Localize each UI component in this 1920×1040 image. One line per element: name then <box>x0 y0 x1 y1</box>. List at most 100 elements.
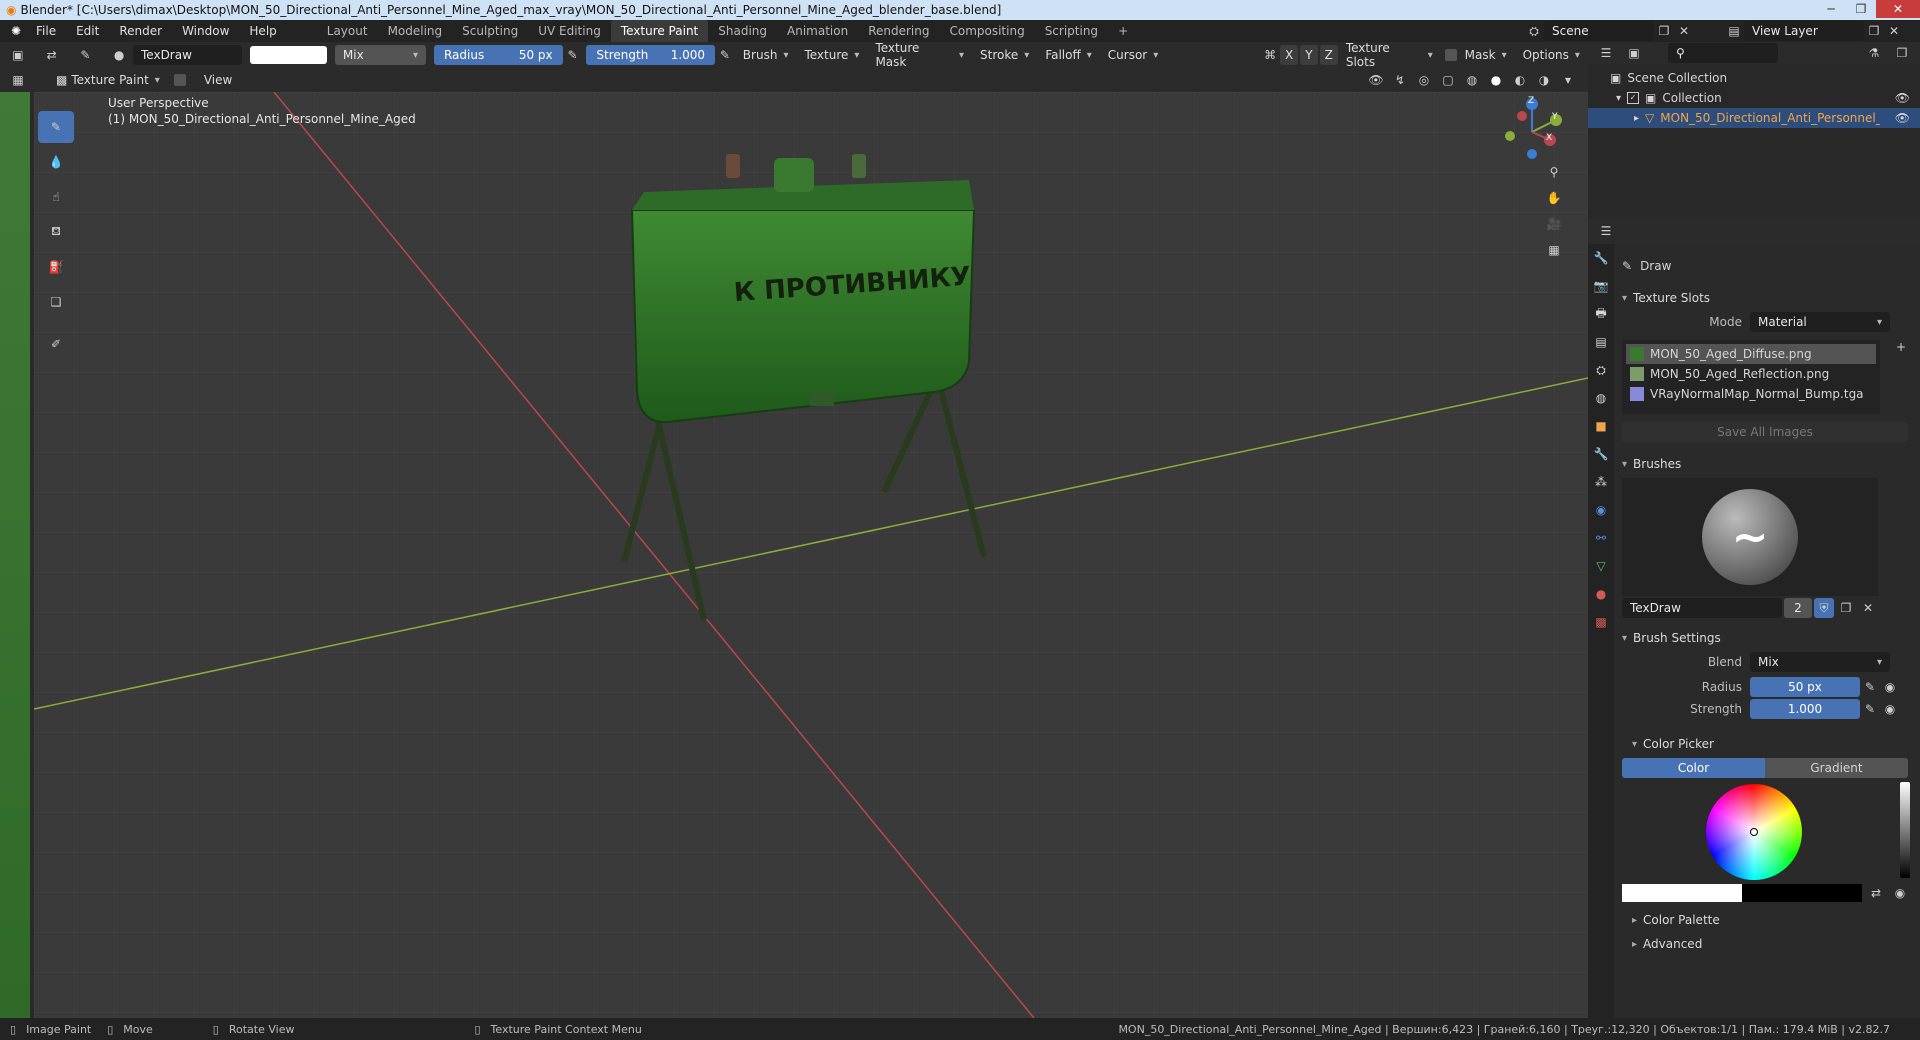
color-picker-section[interactable]: Color Picker <box>1622 732 1912 756</box>
menu-texture[interactable]: Texture <box>796 45 867 65</box>
menu-edit[interactable]: Edit <box>66 24 109 38</box>
collection-checkbox[interactable]: ✓ <box>1627 92 1640 104</box>
save-all-images-button[interactable]: Save All Images <box>1622 422 1908 442</box>
navigation-gizmo[interactable]: Z Y X <box>1496 96 1568 166</box>
radius-pressure-icon[interactable]: ✎ <box>1860 677 1880 697</box>
mode-dropdown[interactable]: Material <box>1750 312 1890 332</box>
tab-tool[interactable]: 🔧 <box>1588 244 1614 272</box>
brush-users-count[interactable]: 2 <box>1784 598 1812 618</box>
strength-field[interactable]: 1.000 <box>1750 699 1860 719</box>
overlay-toggle-icon[interactable]: ◎ <box>1414 70 1434 90</box>
strength-pressure-icon[interactable]: ✎ <box>1860 699 1880 719</box>
maximize-button[interactable]: ❐ <box>1846 0 1876 18</box>
tab-rendering[interactable]: Rendering <box>858 20 939 42</box>
zoom-icon[interactable]: ⚲ <box>1544 162 1564 182</box>
radius-slider[interactable]: Radius 50 px <box>433 45 563 65</box>
color-wheel[interactable] <box>1706 784 1802 880</box>
remove-scene-icon[interactable]: ✕ <box>1674 21 1694 41</box>
add-workspace-button[interactable]: + <box>1108 20 1138 42</box>
tab-shading[interactable]: Shading <box>708 20 777 42</box>
shading-options-icon[interactable]: ▾ <box>1558 70 1578 90</box>
remove-view-layer-icon[interactable]: ✕ <box>1884 21 1904 41</box>
rendered-shading-icon[interactable]: ◑ <box>1534 70 1554 90</box>
draw-tool-button[interactable]: ✎ <box>38 111 74 143</box>
fake-user-shield-icon[interactable]: ⛨ <box>1814 598 1834 618</box>
eyedropper-icon[interactable]: ◉ <box>1890 883 1910 903</box>
color-palette-section[interactable]: Color Palette <box>1622 908 1912 932</box>
new-collection-icon[interactable]: ❐ <box>1892 43 1912 63</box>
tab-output[interactable]: 🖶 <box>1588 300 1614 328</box>
paint-mask-toggle[interactable] <box>173 74 186 86</box>
texture-slots-section[interactable]: Texture Slots <box>1622 286 1912 310</box>
menu-window[interactable]: Window <box>172 24 239 38</box>
xray-toggle-icon[interactable]: ▢ <box>1438 70 1458 90</box>
editor-type-icon[interactable]: ▣ <box>8 45 28 65</box>
annotate-tool-button[interactable]: ✐ <box>38 328 74 360</box>
tab-particles[interactable]: ⁂ <box>1588 468 1614 496</box>
tab-scene[interactable]: ⛭ <box>1588 356 1614 384</box>
strength-pressure-icon[interactable]: ✎ <box>715 45 735 65</box>
blend-mode-dropdown[interactable]: Mix <box>334 45 426 65</box>
blend-dropdown[interactable]: Mix <box>1750 652 1890 672</box>
texture-slots-dropdown[interactable]: Texture Slots <box>1338 41 1441 69</box>
3d-viewport[interactable]: К ПРОТИВНИКУ User Perspective (1) MON_50… <box>34 92 1588 1018</box>
mask-dropdown[interactable]: Mask <box>1457 45 1515 65</box>
collection-visibility-icon[interactable]: 👁 <box>1895 91 1910 105</box>
tab-view-layer[interactable]: ▤ <box>1588 328 1614 356</box>
tab-texture-paint[interactable]: Texture Paint <box>610 20 709 42</box>
menu-help[interactable]: Help <box>239 24 286 38</box>
solid-shading-icon[interactable]: ● <box>1486 70 1506 90</box>
texture-slot-item[interactable]: VRayNormalMap_Normal_Bump.tga <box>1626 384 1876 404</box>
brush-name-field[interactable]: TexDraw <box>133 45 242 65</box>
tab-material[interactable]: ● <box>1588 580 1614 608</box>
tab-world[interactable]: ◍ <box>1588 384 1614 412</box>
editor-mode-icon[interactable]: ▦ <box>8 70 28 90</box>
pan-hand-icon[interactable]: ✋ <box>1544 188 1564 208</box>
scene-name-field[interactable]: Scene <box>1544 21 1654 41</box>
tab-object[interactable]: ■ <box>1588 412 1614 440</box>
view-layer-icon[interactable]: ▤ <box>1724 21 1744 41</box>
radius-pressure-icon[interactable]: ✎ <box>563 45 583 65</box>
soften-tool-button[interactable]: 💧 <box>38 146 74 178</box>
brush-icon[interactable]: ✎ <box>76 45 96 65</box>
tab-compositing[interactable]: Compositing <box>939 20 1034 42</box>
tool-icon[interactable]: ⇄ <box>42 45 62 65</box>
tab-texture[interactable]: ▩ <box>1588 608 1614 636</box>
camera-view-icon[interactable]: 🎥 <box>1544 214 1564 234</box>
tab-constraints[interactable]: ⚯ <box>1588 524 1614 552</box>
filter-icon[interactable]: ⚗ <box>1864 43 1884 63</box>
brush-color-swatch[interactable] <box>249 46 327 64</box>
brush-preview[interactable]: ~ <box>1622 478 1878 596</box>
outliner-search-input[interactable]: ⚲ <box>1668 43 1778 63</box>
tab-physics[interactable]: ◉ <box>1588 496 1614 524</box>
blender-menu-icon[interactable]: ✺ <box>6 21 26 41</box>
tab-modifiers[interactable]: 🔧 <box>1588 440 1614 468</box>
value-slider[interactable] <box>1900 782 1910 878</box>
tab-layout[interactable]: Layout <box>317 20 378 42</box>
mode-dropdown[interactable]: ▩ Texture Paint <box>48 70 168 90</box>
outliner-scene-collection[interactable]: ▣ Scene Collection <box>1588 68 1920 88</box>
mask-tool-button[interactable]: ❏ <box>38 286 74 318</box>
scene-icon[interactable]: ⛭ <box>1524 21 1544 41</box>
properties-editor-icon[interactable]: ☰ <box>1596 221 1616 241</box>
wireframe-shading-icon[interactable]: ◍ <box>1462 70 1482 90</box>
gizmo-toggle-icon[interactable]: ↯ <box>1390 70 1410 90</box>
tab-animation[interactable]: Animation <box>777 20 858 42</box>
brushes-section[interactable]: Brushes <box>1622 452 1912 476</box>
axis-y-toggle[interactable]: Y <box>1300 45 1318 65</box>
object-visibility-icon[interactable]: 👁 <box>1895 111 1910 125</box>
clone-tool-button[interactable]: ⛾ <box>38 216 74 248</box>
unlink-brush-icon[interactable]: ✕ <box>1858 598 1878 618</box>
display-mode-icon[interactable]: ▣ <box>1624 43 1644 63</box>
menu-render[interactable]: Render <box>109 24 172 38</box>
menu-cursor[interactable]: Cursor <box>1100 45 1166 65</box>
outliner-object-row[interactable]: ▸ ▽ MON_50_Directional_Anti_Personnel_Mi… <box>1588 108 1920 128</box>
strength-unit-icon[interactable]: ◉ <box>1880 699 1900 719</box>
axis-x-toggle[interactable]: X <box>1280 45 1299 65</box>
menu-view[interactable]: View <box>196 70 240 90</box>
options-dropdown[interactable]: Options <box>1515 45 1588 65</box>
outliner-editor-icon[interactable]: ☰ <box>1596 43 1616 63</box>
color-wheel-cursor[interactable] <box>1750 828 1758 836</box>
radius-field[interactable]: 50 px <box>1750 677 1860 697</box>
fill-tool-button[interactable]: ⛽ <box>38 251 74 283</box>
